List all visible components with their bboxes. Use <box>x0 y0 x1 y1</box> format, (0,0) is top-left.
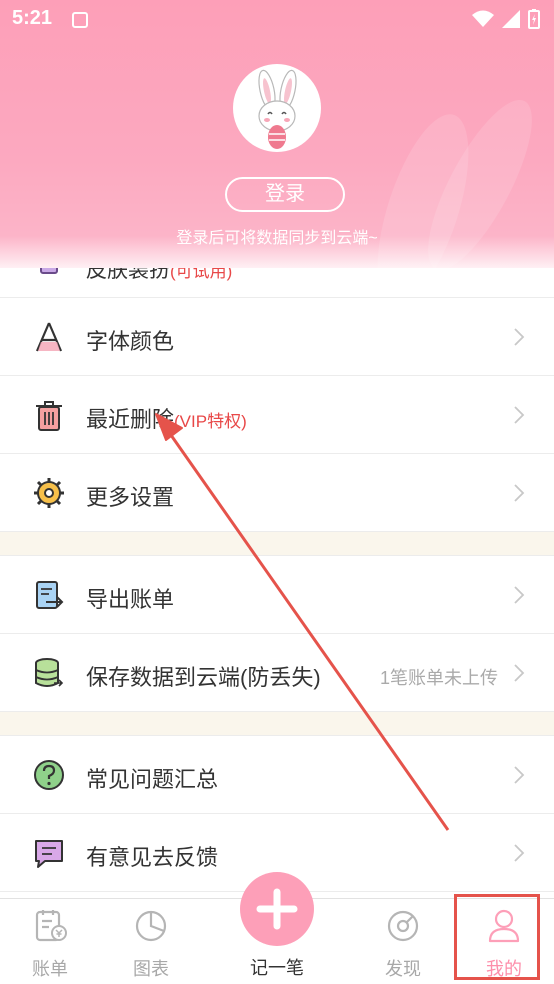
add-record-button[interactable] <box>240 872 314 946</box>
plus-icon <box>256 888 298 930</box>
menu-item-more-settings[interactable]: 更多设置 <box>0 454 554 532</box>
font-color-icon <box>35 322 63 352</box>
menu-item-save-cloud[interactable]: 保存数据到云端(防丢失) 1笔账单未上传 <box>0 634 554 712</box>
export-icon <box>36 581 64 609</box>
chevron-right-icon <box>514 406 525 424</box>
skin-row-partial[interactable]: 皮肤装扮(可试用) <box>0 268 554 298</box>
vip-tag: (VIP特权) <box>174 412 247 431</box>
menu-label: 常见问题汇总 <box>86 767 219 792</box>
tab-chart[interactable]: 图表 <box>101 899 201 984</box>
chevron-right-icon <box>514 766 525 784</box>
skin-row-label: 皮肤装扮(可试用) <box>86 268 233 282</box>
trash-icon <box>36 401 62 431</box>
menu-item-export-bill[interactable]: 导出账单 <box>0 556 554 634</box>
chevron-right-icon <box>514 844 525 862</box>
section-divider <box>0 532 554 556</box>
skin-icon <box>40 268 58 274</box>
login-button[interactable]: 登录 <box>225 177 345 212</box>
battery-icon <box>528 9 540 29</box>
question-icon <box>34 760 64 790</box>
pie-chart-icon <box>135 910 167 942</box>
chevron-right-icon <box>514 484 525 502</box>
tab-label: 图表 <box>133 959 169 979</box>
status-bar: 5:21 <box>0 0 554 40</box>
sync-hint-text: 登录后可将数据同步到云端~ <box>176 230 378 247</box>
bunny-avatar-icon <box>258 69 297 149</box>
feedback-icon <box>35 840 63 868</box>
menu-label: 导出账单 <box>86 587 175 612</box>
chevron-right-icon <box>514 664 525 682</box>
menu-label: 最近删除(VIP特权) <box>86 407 247 432</box>
menu-label: 字体颜色 <box>86 329 175 354</box>
wifi-icon <box>472 10 494 27</box>
settings-list: 皮肤装扮(可试用) 字体颜色 最近删除(VIP特权) 更多设置 导出账单 保存数… <box>0 268 554 892</box>
menu-item-faq[interactable]: 常见问题汇总 <box>0 736 554 814</box>
status-time: 5:21 <box>12 7 53 29</box>
annotation-highlight-box <box>454 894 540 980</box>
notification-icon <box>72 12 88 28</box>
chevron-right-icon <box>514 586 525 604</box>
chevron-right-icon <box>514 328 525 346</box>
tab-label: 发现 <box>385 959 421 979</box>
add-record-label: 记一笔 <box>250 958 304 978</box>
compass-icon <box>387 910 419 942</box>
section-divider <box>0 712 554 736</box>
profile-header: 5:21 登录 登录后可将数据同步到云端~ <box>0 0 554 268</box>
upload-status-text: 1笔账单未上传 <box>379 668 498 688</box>
signal-icon <box>502 10 520 28</box>
menu-label: 保存数据到云端(防丢失) <box>86 665 321 690</box>
menu-label: 有意见去反馈 <box>86 845 219 870</box>
menu-label: 更多设置 <box>86 485 175 510</box>
avatar[interactable] <box>233 64 321 152</box>
database-icon <box>35 658 64 687</box>
gear-icon <box>34 478 64 508</box>
tab-bill[interactable]: 账单 <box>0 899 100 984</box>
bill-icon <box>35 910 67 942</box>
tab-discover[interactable]: 发现 <box>353 899 453 984</box>
tab-label: 账单 <box>32 959 68 979</box>
menu-item-font-color[interactable]: 字体颜色 <box>0 298 554 376</box>
menu-item-recent-delete[interactable]: 最近删除(VIP特权) <box>0 376 554 454</box>
status-icons <box>472 9 540 29</box>
